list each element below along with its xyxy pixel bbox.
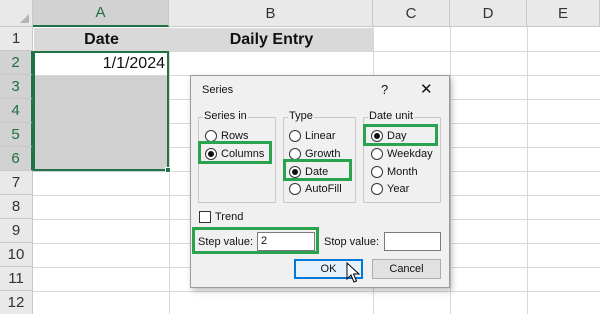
weekday-radio[interactable]: Weekday xyxy=(371,147,433,161)
dialog-title: Series xyxy=(202,84,234,96)
highlight-date xyxy=(283,159,352,181)
radio-unchecked-icon xyxy=(371,166,383,178)
column-header-d[interactable]: D xyxy=(450,0,527,27)
highlight-columns xyxy=(198,141,272,164)
row-header-11[interactable]: 11 xyxy=(0,267,33,291)
radio-unchecked-icon xyxy=(289,130,301,142)
select-all-corner[interactable] xyxy=(0,0,33,27)
stop-value-label: Stop value: xyxy=(324,236,380,248)
month-radio-label: Month xyxy=(387,166,418,178)
column-header-b[interactable]: B xyxy=(169,0,373,27)
column-header-c[interactable]: C xyxy=(373,0,450,27)
row-header-12[interactable]: 12 xyxy=(0,291,33,314)
linear-radio-label: Linear xyxy=(305,130,336,142)
row-header-6[interactable]: 6 xyxy=(0,147,33,171)
row-header-2[interactable]: 2 xyxy=(0,51,33,75)
trend-checkbox-label: Trend xyxy=(215,211,244,223)
radio-unchecked-icon xyxy=(371,148,383,160)
fill-handle[interactable] xyxy=(165,167,171,173)
row-header-7[interactable]: 7 xyxy=(0,171,33,195)
trend-checkbox[interactable]: Trend xyxy=(199,210,243,224)
row-header-1[interactable]: 1 xyxy=(0,27,33,51)
row-header-9[interactable]: 9 xyxy=(0,219,33,243)
column-header-e[interactable]: E xyxy=(527,0,600,27)
date-unit-label: Date unit xyxy=(368,110,415,122)
row-header-8[interactable]: 8 xyxy=(0,195,33,219)
cell-a1[interactable]: Date xyxy=(34,28,169,52)
highlight-day xyxy=(363,124,438,146)
autofill-radio[interactable]: AutoFill xyxy=(289,182,342,196)
row-header-3[interactable]: 3 xyxy=(0,75,33,99)
row-header-10[interactable]: 10 xyxy=(0,243,33,267)
row-header-4[interactable]: 4 xyxy=(0,99,33,123)
radio-unchecked-icon xyxy=(371,183,383,195)
help-button[interactable]: ? xyxy=(381,82,388,97)
cell-b1[interactable]: Daily Entry xyxy=(170,28,373,52)
autofill-radio-label: AutoFill xyxy=(305,183,342,195)
row-header-5[interactable]: 5 xyxy=(0,123,33,147)
weekday-radio-label: Weekday xyxy=(387,148,433,160)
column-header-a[interactable]: A xyxy=(33,0,169,27)
gridline xyxy=(33,291,600,292)
type-label: Type xyxy=(288,110,314,122)
selected-range-a2-a6 xyxy=(33,51,169,171)
series-dialog: Series ? ✕ Series in Rows Columns Type L… xyxy=(190,75,450,288)
select-all-triangle-icon xyxy=(20,14,29,23)
radio-unchecked-icon xyxy=(289,183,301,195)
year-radio[interactable]: Year xyxy=(371,182,409,196)
highlight-step-value xyxy=(192,227,319,254)
cancel-button[interactable]: Cancel xyxy=(372,259,441,279)
series-in-label: Series in xyxy=(203,110,248,122)
mouse-pointer-icon xyxy=(346,262,360,283)
year-radio-label: Year xyxy=(387,183,410,195)
stop-value-input[interactable] xyxy=(384,232,441,251)
checkbox-unchecked-icon xyxy=(199,211,211,223)
close-icon[interactable]: ✕ xyxy=(420,80,433,98)
linear-radio[interactable]: Linear xyxy=(289,129,336,143)
month-radio[interactable]: Month xyxy=(371,165,418,179)
